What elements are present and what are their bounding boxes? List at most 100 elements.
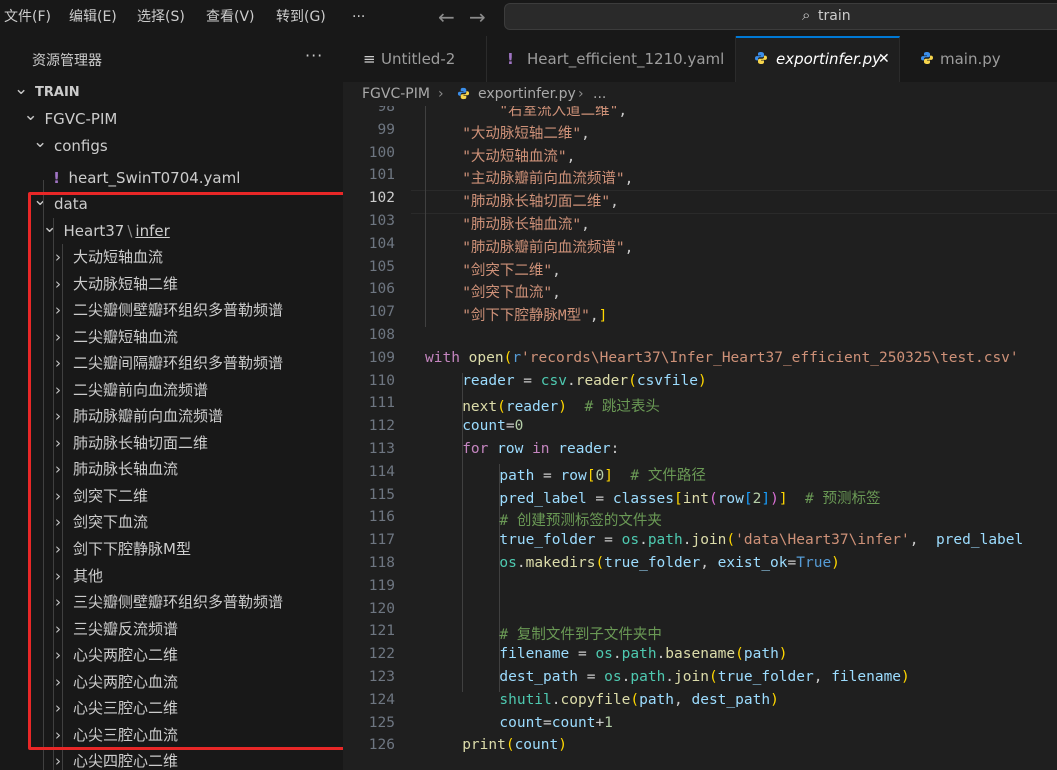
- line-number: 121: [368, 623, 395, 640]
- line-number: 109: [368, 349, 395, 366]
- line-number: 105: [368, 258, 395, 275]
- tree-item-label: 心尖四腔心二维: [73, 752, 179, 770]
- python-icon: [920, 51, 934, 65]
- code-line[interactable]: path = row[0] # 文件路径: [499, 464, 705, 485]
- tree-folder-item[interactable]: ⌄ TRAIN: [0, 79, 343, 106]
- tree-item-label: TRAIN: [35, 85, 80, 100]
- breadcrumb-file[interactable]: exportinfer.py: [478, 82, 576, 106]
- tab-label: main.py: [940, 50, 1001, 68]
- code-line[interactable]: "肺动脉瓣前向血流频谱",: [462, 236, 633, 257]
- code-line[interactable]: pred_label = classes[int(row[2])] # 预测标签: [499, 487, 880, 508]
- line-number: 114: [368, 463, 395, 480]
- line-number: 104: [368, 235, 395, 252]
- code-line[interactable]: true_folder = os.path.join('data\Heart37…: [499, 532, 1023, 548]
- command-center-search[interactable]: ⌕ train: [504, 3, 1057, 30]
- code-line[interactable]: # 复制文件到子文件夹中: [499, 623, 661, 644]
- code-line[interactable]: "肺动脉长轴切面二维",: [462, 190, 619, 211]
- line-number: 125: [368, 714, 395, 731]
- line-number: 116: [368, 509, 395, 526]
- code-line[interactable]: "主动脉瓣前向血流频谱",: [462, 167, 633, 188]
- tab-label: exportinfer.py: [776, 50, 881, 68]
- code-line[interactable]: "剑突下二维",: [462, 259, 561, 280]
- line-number: 123: [368, 669, 395, 685]
- tree-folder-item[interactable]: › 心尖四腔心二维: [0, 748, 343, 770]
- code-line[interactable]: "右室流入道二维",: [499, 106, 627, 120]
- forward-arrow-icon[interactable]: →: [469, 5, 486, 29]
- chevron-down-icon: ⌄: [14, 79, 29, 99]
- menu-edit[interactable]: 编辑(E): [69, 0, 117, 36]
- tree-item-label: configs: [54, 137, 108, 155]
- tree-folder-item[interactable]: ⌄ FGVC-PIM: [0, 105, 343, 132]
- yaml-icon: !: [53, 169, 60, 187]
- tab-label: Heart_efficient_1210.yaml: [527, 50, 725, 68]
- code-line[interactable]: reader = csv.reader(csvfile): [462, 373, 707, 389]
- code-line[interactable]: "大动脉短轴二维",: [462, 122, 590, 143]
- more-actions-icon[interactable]: ···: [305, 46, 323, 65]
- code-line[interactable]: "剑突下血流",: [462, 281, 561, 302]
- code-line[interactable]: count=count+1: [499, 715, 613, 731]
- tab-label: Untitled-2: [381, 50, 456, 68]
- line-number: 124: [368, 691, 395, 708]
- line-number: 101: [368, 167, 395, 184]
- tab-heart-efficient-yaml[interactable]: ! Heart_efficient_1210.yaml: [487, 36, 736, 82]
- code-line[interactable]: count=0: [462, 418, 523, 434]
- menu-file[interactable]: 文件(F): [4, 0, 51, 36]
- line-number: 119: [368, 577, 395, 594]
- code-line[interactable]: shutil.copyfile(path, dest_path): [499, 692, 778, 708]
- tree-file-item[interactable]: ! heart_SwinT0704.yaml: [0, 165, 343, 191]
- tree-folder-item[interactable]: ⌄ configs: [0, 132, 343, 159]
- chevron-right-icon: ›: [438, 86, 444, 102]
- code-line[interactable]: # 创建预测标签的文件夹: [499, 509, 661, 530]
- code-line[interactable]: os.makedirs(true_folder, exist_ok=True): [499, 555, 840, 571]
- breadcrumb: FGVC-PIM › exportinfer.py › ...: [343, 82, 1057, 106]
- code-line[interactable]: dest_path = os.path.join(true_folder, fi…: [499, 669, 909, 685]
- line-number: 103: [368, 213, 395, 229]
- python-icon: [754, 51, 768, 65]
- tab-exportinfer[interactable]: exportinfer.py ✕: [736, 36, 900, 82]
- code-line[interactable]: print(count): [462, 737, 567, 753]
- chevron-down-icon: ⌄: [23, 105, 38, 125]
- line-number: 111: [368, 395, 395, 412]
- code-line[interactable]: next(reader) # 跳过表头: [462, 395, 660, 416]
- code-line[interactable]: for row in reader:: [462, 441, 619, 457]
- breadcrumb-more[interactable]: ...: [593, 82, 606, 106]
- menu-selection[interactable]: 选择(S): [137, 0, 185, 36]
- code-line[interactable]: filename = os.path.basename(path): [499, 646, 787, 662]
- tab-main-py[interactable]: main.py: [900, 36, 1030, 82]
- tree-item-label: FGVC-PIM: [44, 110, 118, 128]
- line-number: 118: [368, 555, 395, 571]
- line-number: 117: [368, 532, 395, 549]
- line-number: 115: [368, 486, 395, 503]
- code-line[interactable]: with open(r'records\Heart37\Infer_Heart3…: [425, 350, 1019, 366]
- line-number: 108: [368, 327, 395, 343]
- code-editor[interactable]: 98 "右室流入道二维", 99 "大动脉短轴二维", 100 "大动短轴血流", 101 "…: [343, 106, 1057, 770]
- chevron-down-icon: ⌄: [33, 132, 48, 152]
- line-number: 100: [368, 144, 395, 161]
- code-line[interactable]: "肺动脉长轴血流",: [462, 213, 590, 234]
- code-line[interactable]: "剑下下腔静脉M型",]: [462, 304, 607, 325]
- file-lines-icon: ≡: [363, 50, 376, 68]
- highlight-box: [28, 192, 360, 750]
- menu-more[interactable]: ···: [352, 0, 365, 36]
- line-number: 112: [368, 418, 395, 435]
- code-line[interactable]: "大动短轴血流",: [462, 145, 575, 166]
- tree-item-label: heart_SwinT0704.yaml: [68, 169, 241, 187]
- line-number: 98: [377, 106, 395, 115]
- menu-go[interactable]: 转到(G): [276, 0, 326, 36]
- breadcrumb-folder[interactable]: FGVC-PIM: [362, 82, 430, 106]
- search-text: train: [818, 8, 851, 24]
- tab-untitled-2[interactable]: ≡ Untitled-2: [343, 36, 487, 82]
- line-number: 110: [368, 372, 395, 389]
- back-arrow-icon[interactable]: ←: [438, 5, 455, 29]
- line-number: 107: [368, 304, 395, 321]
- explorer-title: 资源管理器: [32, 53, 102, 69]
- line-number: 126: [368, 737, 395, 754]
- search-icon: ⌕: [802, 6, 811, 24]
- line-number: 122: [368, 646, 395, 663]
- chevron-right-icon: ›: [578, 86, 584, 102]
- close-icon[interactable]: ✕: [878, 38, 890, 80]
- python-icon: [457, 87, 470, 100]
- indent-guide: [425, 106, 426, 327]
- line-number: 120: [368, 600, 395, 617]
- menu-view[interactable]: 查看(V): [206, 0, 255, 36]
